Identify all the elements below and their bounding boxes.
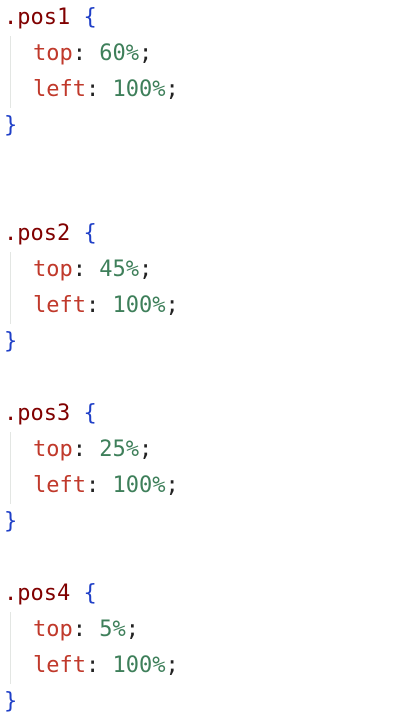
css-property: top: [33, 41, 73, 66]
semicolon: ;: [139, 257, 153, 282]
close-brace: }: [4, 509, 18, 534]
close-brace: }: [4, 113, 18, 138]
css-property: left: [33, 653, 86, 678]
css-property: top: [33, 617, 73, 642]
css-value: 25%: [99, 437, 139, 462]
indent-guide: [10, 252, 11, 288]
rule-footer: }: [4, 324, 416, 360]
css-value: 60%: [99, 41, 139, 66]
css-value: 100%: [112, 77, 166, 102]
rule-footer: }: [4, 504, 416, 540]
declaration-line: top: 25%;: [4, 432, 416, 468]
declaration-line: top: 60%;: [4, 36, 416, 72]
semicolon: ;: [139, 437, 153, 462]
declaration-line: left: 100%;: [4, 72, 416, 108]
colon: :: [72, 41, 86, 66]
colon: :: [85, 77, 100, 102]
colon: :: [85, 473, 100, 498]
rule-header: .pos1 {: [4, 0, 416, 36]
open-brace: {: [83, 401, 97, 426]
declaration-line: left: 100%;: [4, 648, 416, 684]
declaration-line: top: 5%;: [4, 612, 416, 648]
colon: :: [85, 653, 100, 678]
rule-header: .pos4 {: [4, 576, 416, 612]
css-value: 100%: [112, 653, 166, 678]
css-property: top: [33, 257, 73, 282]
semicolon: ;: [165, 473, 179, 498]
colon: :: [72, 617, 86, 642]
indent-guide: [10, 288, 11, 324]
rule-footer: }: [4, 684, 416, 720]
indent-guide: [10, 36, 11, 72]
semicolon: ;: [165, 653, 179, 678]
css-selector: .pos1: [4, 5, 71, 30]
css-selector: .pos4: [4, 581, 71, 606]
close-brace: }: [4, 689, 18, 714]
indent-guide: [10, 648, 11, 684]
declaration-line: left: 100%;: [4, 288, 416, 324]
code-editor[interactable]: .pos1 { top: 60%; left: 100%; } .pos2 { …: [4, 0, 416, 720]
css-selector: .pos3: [4, 401, 71, 426]
semicolon: ;: [139, 41, 153, 66]
declaration-line: top: 45%;: [4, 252, 416, 288]
css-property: left: [33, 77, 86, 102]
semicolon: ;: [165, 77, 179, 102]
css-value: 5%: [99, 617, 126, 642]
indent-guide: [10, 432, 11, 468]
open-brace: {: [83, 5, 97, 30]
css-property: left: [33, 473, 86, 498]
declaration-line: left: 100%;: [4, 468, 416, 504]
close-brace: }: [4, 329, 18, 354]
indent-guide: [10, 612, 11, 648]
css-property: left: [33, 293, 86, 318]
colon: :: [85, 293, 100, 318]
open-brace: {: [83, 581, 97, 606]
rule-header: .pos3 {: [4, 396, 416, 432]
css-value: 45%: [99, 257, 139, 282]
css-property: top: [33, 437, 73, 462]
rule-footer: }: [4, 108, 416, 144]
open-brace: {: [83, 221, 97, 246]
indent-guide: [10, 468, 11, 504]
colon: :: [72, 257, 86, 282]
css-value: 100%: [112, 293, 166, 318]
indent-guide: [10, 72, 11, 108]
rule-header: .pos2 {: [4, 216, 416, 252]
css-selector: .pos2: [4, 221, 71, 246]
css-value: 100%: [112, 473, 166, 498]
semicolon: ;: [125, 617, 139, 642]
colon: :: [72, 437, 86, 462]
semicolon: ;: [165, 293, 179, 318]
